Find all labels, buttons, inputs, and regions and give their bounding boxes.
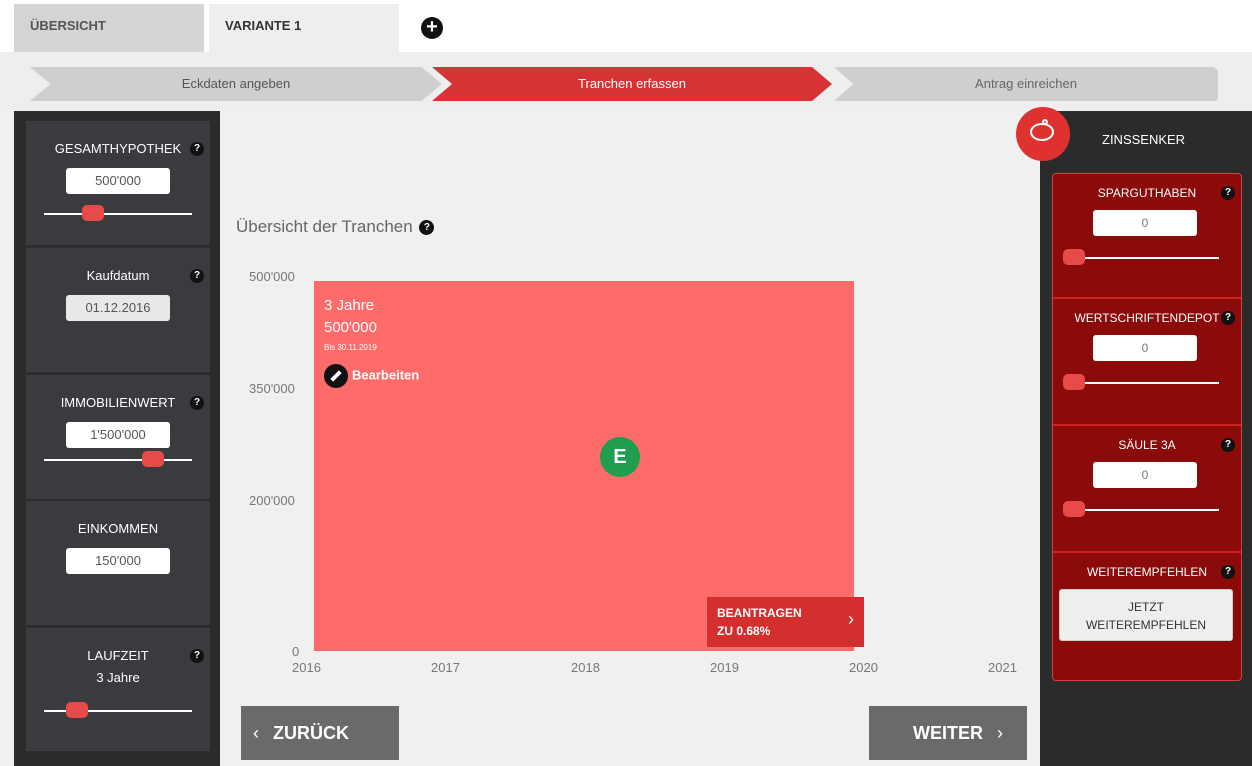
- edit-button[interactable]: Bearbeiten: [324, 364, 419, 388]
- apply-rate: ZU 0.68%: [717, 624, 771, 638]
- y-tick: 200'000: [249, 493, 295, 508]
- card-immobilienwert: IMMOBILIENWERT ? 1'500'000: [26, 375, 210, 499]
- sparguthaben-label: SPARGUTHABEN: [1097, 186, 1197, 200]
- slider-handle[interactable]: [1063, 501, 1085, 517]
- add-tab-icon[interactable]: +: [421, 17, 443, 39]
- app-root: ÜBERSICHT VARIANTE 1 + Eckdaten angeben …: [0, 0, 1252, 766]
- help-icon[interactable]: ?: [190, 649, 204, 663]
- weiterempfehlen-label: WEITEREMPFEHLEN: [1086, 565, 1207, 579]
- y-tick: 350'000: [249, 381, 295, 396]
- gesamthypothek-label: GESAMTHYPOTHEK: [54, 141, 182, 156]
- slider-handle[interactable]: [142, 451, 164, 467]
- chevron-right-icon: ›: [848, 609, 854, 629]
- section-saeule-3a: SÄULE 3A ? 0: [1053, 426, 1241, 553]
- chevron-left-icon: ‹: [253, 723, 259, 743]
- saeule-3a-slider[interactable]: [1063, 501, 1219, 517]
- slider-handle[interactable]: [1063, 249, 1085, 265]
- tab-uebersicht[interactable]: ÜBERSICHT: [14, 4, 204, 52]
- gesamthypothek-input[interactable]: 500'000: [66, 168, 170, 194]
- step-eckdaten[interactable]: Eckdaten angeben: [30, 67, 442, 101]
- einkommen-input[interactable]: 150'000: [66, 548, 170, 574]
- wertschriftendepot-slider[interactable]: [1063, 374, 1219, 390]
- pencil-icon: [324, 364, 348, 388]
- laufzeit-slider[interactable]: [44, 702, 192, 718]
- x-tick: 2020: [849, 660, 878, 675]
- x-tick: 2021: [988, 660, 1017, 675]
- sparguthaben-input[interactable]: 0: [1093, 210, 1197, 236]
- y-tick: 500'000: [249, 269, 295, 284]
- card-gesamthypothek: GESAMTHYPOTHEK ? 500'000: [26, 121, 210, 245]
- saeule-3a-input[interactable]: 0: [1093, 462, 1197, 488]
- immobilienwert-slider[interactable]: [44, 451, 192, 467]
- x-tick: 2019: [710, 660, 739, 675]
- overview-title: Übersicht der Tranchen ?: [236, 217, 435, 237]
- overview-title-text: Übersicht der Tranchen: [236, 217, 413, 236]
- tab-bar: ÜBERSICHT VARIANTE 1 +: [0, 0, 1252, 52]
- help-icon[interactable]: ?: [1221, 186, 1235, 200]
- card-einkommen: EINKOMMEN 150'000: [26, 501, 210, 625]
- tranche-overview: Übersicht der Tranchen ? 500'000 350'000…: [220, 111, 1040, 766]
- back-button[interactable]: ‹ ZURÜCK: [241, 706, 399, 760]
- progress-steps: Eckdaten angeben Tranchen erfassen Antra…: [0, 52, 1252, 110]
- zinssenker-title: ZINSSENKER: [1102, 132, 1186, 147]
- zinssenker-panel: ZINSSENKER SPARGUTHABEN ? 0 WERTSCHRIFTE…: [1016, 107, 1252, 766]
- tranche-block[interactable]: 3 Jahre 500'000 Bis 30.11.2019 Bearbeite…: [314, 281, 854, 651]
- card-kaufdatum: Kaufdatum ? 01.12.2016: [26, 248, 210, 372]
- tranche-amount: 500'000: [324, 319, 377, 336]
- wertschriftendepot-label: WERTSCHRIFTENDEPOT: [1074, 311, 1220, 325]
- immobilienwert-input[interactable]: 1'500'000: [66, 422, 170, 448]
- piggy-bank-icon: [1016, 107, 1070, 161]
- help-icon[interactable]: ?: [190, 269, 204, 283]
- left-panel: GESAMTHYPOTHEK ? 500'000 Kaufdatum ? 01.…: [14, 111, 220, 766]
- back-label: ZURÜCK: [273, 723, 349, 743]
- help-icon[interactable]: ?: [1221, 565, 1235, 579]
- help-icon[interactable]: ?: [1221, 438, 1235, 452]
- recommend-button-line1: JETZT: [1128, 600, 1164, 614]
- apply-label: BEANTRAGEN: [717, 606, 802, 620]
- kaufdatum-label: Kaufdatum: [86, 268, 150, 283]
- next-button[interactable]: WEITER ›: [869, 706, 1027, 760]
- saeule-3a-label: SÄULE 3A: [1118, 438, 1176, 452]
- step-tranchen[interactable]: Tranchen erfassen: [432, 67, 832, 101]
- immobilienwert-label: IMMOBILIENWERT: [60, 395, 176, 410]
- slider-handle[interactable]: [66, 702, 88, 718]
- next-label: WEITER: [913, 723, 983, 743]
- tab-variante-1[interactable]: VARIANTE 1: [209, 4, 399, 52]
- slider-handle[interactable]: [82, 205, 104, 221]
- recommend-button[interactable]: JETZT WEITEREMPFEHLEN: [1059, 589, 1233, 641]
- help-icon[interactable]: ?: [190, 142, 204, 156]
- tranche-until: Bis 30.11.2019: [324, 343, 377, 352]
- gesamthypothek-slider[interactable]: [44, 205, 192, 221]
- x-tick: 2017: [431, 660, 460, 675]
- chevron-right-icon: ›: [997, 723, 1003, 743]
- help-icon[interactable]: ?: [1221, 311, 1235, 325]
- apply-button[interactable]: BEANTRAGEN ZU 0.68% ›: [707, 597, 864, 647]
- edit-label: Bearbeiten: [352, 367, 420, 383]
- help-icon[interactable]: ?: [190, 396, 204, 410]
- tranche-term: 3 Jahre: [324, 297, 375, 314]
- card-laufzeit: LAUFZEIT ? 3 Jahre: [26, 628, 210, 751]
- sparguthaben-slider[interactable]: [1063, 249, 1219, 265]
- section-sparguthaben: SPARGUTHABEN ? 0: [1053, 174, 1241, 299]
- wertschriftendepot-input[interactable]: 0: [1093, 335, 1197, 361]
- einkommen-label: EINKOMMEN: [77, 521, 159, 536]
- laufzeit-value: 3 Jahre: [96, 670, 140, 685]
- x-tick: 2016: [292, 660, 321, 675]
- help-icon[interactable]: ?: [419, 220, 435, 235]
- laufzeit-label: LAUFZEIT: [87, 648, 149, 663]
- zinssenker-box: SPARGUTHABEN ? 0 WERTSCHRIFTENDEPOT ? 0 …: [1052, 173, 1242, 681]
- slider-handle[interactable]: [1063, 374, 1085, 390]
- kaufdatum-input[interactable]: 01.12.2016: [66, 295, 170, 321]
- x-tick: 2018: [571, 660, 600, 675]
- y-tick: 0: [292, 644, 300, 659]
- step-antrag[interactable]: Antrag einreichen: [834, 67, 1218, 101]
- tranche-badge: E: [600, 437, 640, 477]
- recommend-button-line2: WEITEREMPFEHLEN: [1085, 618, 1206, 632]
- section-wertschriftendepot: WERTSCHRIFTENDEPOT ? 0: [1053, 299, 1241, 426]
